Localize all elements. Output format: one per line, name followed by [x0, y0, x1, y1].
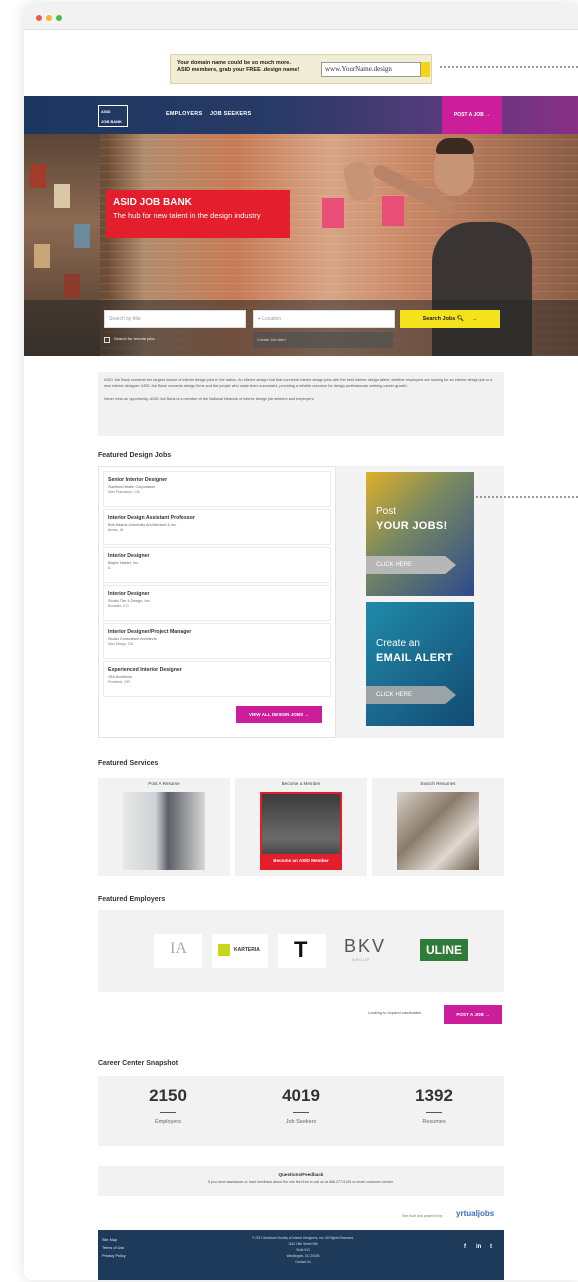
intro-paragraph: Never miss an opportunity. ASID Job Bank…: [104, 396, 315, 401]
facebook-icon[interactable]: f: [464, 1244, 466, 1250]
feedback-text: If you need assistance or have feedback …: [207, 1180, 395, 1184]
footer-address: Suite 910: [296, 1248, 310, 1252]
email-alert-click-button[interactable]: CLICK HERE: [366, 686, 456, 704]
feedback-title: Questions/Feedback: [278, 1172, 324, 1177]
hero-banner: ASID JOB BANK The hub for new talent in …: [24, 134, 578, 356]
featured-employers-title: Featured Employers: [98, 896, 166, 903]
twitter-icon[interactable]: t: [490, 1244, 492, 1250]
asid-job-bank-logo[interactable]: ASID JOB BANK: [98, 105, 128, 127]
employer-logo-bkv[interactable]: BKV GROUP: [338, 934, 396, 968]
featured-employers: IA KARTERIA T BKV GROUP ULINE: [98, 910, 504, 992]
email-alert-promo[interactable]: Create an EMAIL ALERT CLICK HERE: [366, 602, 474, 726]
arrow-right-icon: →: [485, 1012, 490, 1017]
karteria-mark-icon: [218, 944, 230, 956]
close-window-dot[interactable]: [36, 15, 42, 21]
arrow-right-icon: →: [471, 316, 478, 322]
stat-job-seekers: 4019 Job Seekers: [282, 1086, 320, 1125]
hero-title: ASID JOB BANK: [113, 197, 192, 208]
nav-link-job-seekers[interactable]: JOB SEEKERS: [210, 111, 251, 117]
footer-contact-link[interactable]: Contact Us: [198, 1260, 408, 1264]
arrow-right-icon: →: [304, 712, 310, 717]
callout-line: [440, 66, 578, 68]
powered-by-text: Site built and powered by: [402, 1214, 443, 1218]
hero-title-box: ASID JOB BANK The hub for new talent in …: [106, 190, 290, 238]
sticky-note: [322, 198, 344, 228]
nav-post-job-button[interactable]: POST A JOB →: [442, 96, 502, 134]
remote-jobs-label: Search for remote jobs: [114, 336, 155, 341]
job-search-bar: Search by title ⌖ Location Search Jobs 🔍…: [24, 300, 578, 356]
job-item[interactable]: Interior Designer/Project Manager Studio…: [103, 623, 331, 659]
post-job-button[interactable]: POST A JOB →: [444, 1005, 502, 1024]
meeting-photo: [397, 792, 479, 870]
location-pin-icon: ⌖: [258, 316, 261, 322]
post-cta-text: Looking to expand candidates: [368, 1010, 422, 1015]
stat-resumes: 1392 Resumes: [415, 1086, 453, 1125]
callout-line: [476, 496, 578, 498]
intro-text-block: ASID Job Bank connects the largest sourc…: [98, 372, 504, 436]
job-item[interactable]: Interior Designer Baylor Halder, Inc. IL: [103, 547, 331, 583]
maximize-window-dot[interactable]: [56, 15, 62, 21]
post-jobs-click-button[interactable]: CLICK HERE: [366, 556, 456, 574]
job-alert-input[interactable]: Create Job Alert: [253, 332, 393, 348]
sticky-note: [382, 196, 404, 226]
featured-services: Post A Resume Become a Member Become an …: [98, 778, 504, 876]
snapshot-title: Career Center Snapshot: [98, 1060, 179, 1067]
employer-logo-t[interactable]: T: [278, 934, 326, 968]
career-center-snapshot: 2150 Employers 4019 Job Seekers 1392 Res…: [98, 1076, 504, 1146]
featured-services-title: Featured Services: [98, 760, 159, 767]
footer-copyright: © 2017 American Society of Interior Desi…: [252, 1236, 354, 1240]
footer-link-privacy[interactable]: Privacy Policy: [102, 1254, 126, 1258]
footer-address: 1152 15th Street NW: [288, 1242, 318, 1246]
main-navigation: ASID JOB BANK EMPLOYERS JOB SEEKERS POST…: [24, 96, 578, 134]
domain-ad-banner[interactable]: Your domain name could be so much more. …: [170, 54, 432, 84]
linkedin-icon[interactable]: in: [476, 1244, 481, 1250]
search-jobs-button[interactable]: Search Jobs 🔍︎ →: [400, 310, 500, 328]
feedback-block: Questions/Feedback If you need assistanc…: [98, 1166, 504, 1196]
job-item[interactable]: Interior Designer Studio The 4 Design, I…: [103, 585, 331, 621]
employer-logo-karteria[interactable]: KARTERIA: [212, 934, 268, 968]
minimize-window-dot[interactable]: [46, 15, 52, 21]
nav-link-employers[interactable]: EMPLOYERS: [166, 111, 202, 117]
service-search-resumes[interactable]: Search Resumes: [372, 778, 504, 876]
featured-jobs-title: Featured Design Jobs: [98, 452, 172, 459]
remote-jobs-checkbox[interactable]: [104, 337, 110, 343]
location-search-input[interactable]: ⌖ Location: [253, 310, 395, 328]
footer-link-sitemap[interactable]: Site Map: [102, 1238, 117, 1242]
footer-link-terms[interactable]: Terms of Use: [102, 1246, 124, 1250]
office-photo: [123, 792, 205, 870]
arrow-right-icon: →: [485, 112, 491, 118]
powered-by-brand-link[interactable]: yrtualjobs: [456, 1209, 494, 1218]
service-become-member[interactable]: Become a Member Become an ASID Member: [235, 778, 367, 876]
keyword-search-input[interactable]: Search by title: [104, 310, 246, 328]
hero-subtitle: The hub for new talent in the design ind…: [113, 211, 261, 220]
job-item[interactable]: Senior Interior Designer Stanford Health…: [103, 471, 331, 507]
stat-employers: 2150 Employers: [149, 1086, 187, 1125]
members-photo: Become an ASID Member: [260, 792, 342, 870]
site-footer: Site Map Terms of Use Privacy Policy © 2…: [98, 1230, 504, 1280]
footer-address: Washington, DC 20005: [286, 1254, 320, 1258]
become-member-overlay[interactable]: Become an ASID Member: [262, 854, 340, 868]
browser-window: Your domain name could be so much more. …: [24, 4, 578, 1280]
employer-logo-uline[interactable]: ULINE: [418, 934, 470, 968]
post-jobs-promo[interactable]: Post YOUR JOBS! CLICK HERE: [366, 472, 474, 596]
ad-domain-input[interactable]: www.YourName.design: [321, 62, 421, 77]
ad-go-button[interactable]: [421, 62, 430, 77]
ad-text: Your domain name could be so much more. …: [177, 60, 300, 73]
featured-jobs-list: Senior Interior Designer Stanford Health…: [98, 466, 336, 738]
person-hair: [436, 138, 474, 154]
intro-paragraph: ASID Job Bank connects the largest sourc…: [104, 378, 493, 388]
service-post-resume[interactable]: Post A Resume: [98, 778, 230, 876]
job-item[interactable]: Experienced Interior Designer JSA Archit…: [103, 661, 331, 697]
job-item[interactable]: Interior Design Assistant Professor Bob …: [103, 509, 331, 545]
view-all-jobs-button[interactable]: VIEW ALL DESIGN JOBS →: [236, 706, 322, 723]
employer-logo-ia[interactable]: IA: [154, 934, 202, 968]
search-icon: 🔍︎: [456, 316, 464, 322]
browser-titlebar: [24, 4, 578, 30]
